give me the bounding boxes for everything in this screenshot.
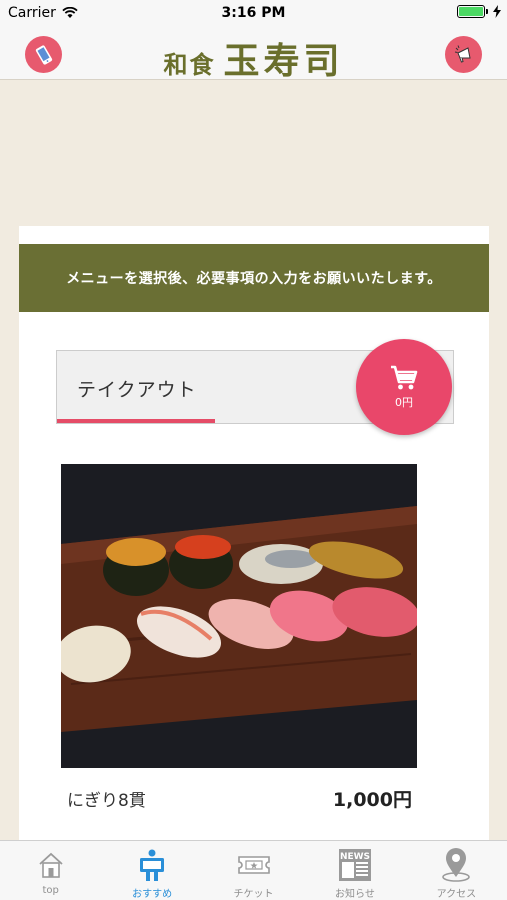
signboard-person-icon (140, 849, 165, 881)
tab-ticket[interactable]: チケット (203, 841, 304, 900)
tab-news-label: お知らせ (335, 889, 375, 900)
megaphone-icon (454, 44, 471, 63)
sushi-platter-image (61, 464, 417, 768)
tab-top[interactable]: top (0, 841, 101, 900)
cart-icon (391, 365, 418, 390)
tab-top-label: top (42, 885, 59, 896)
status-bar: Carrier 3:16 PM (0, 0, 507, 26)
logo-small: 和食 (163, 50, 216, 79)
logo-big: 玉寿司 (223, 40, 344, 82)
status-time: 3:16 PM (221, 5, 286, 21)
menu-item-name: にぎり8貫 (67, 791, 146, 811)
home-icon (39, 852, 63, 878)
battery-icon (457, 5, 488, 18)
status-right (457, 5, 501, 18)
map-pin-icon (442, 848, 471, 882)
tab-access-label: アクセス (436, 889, 477, 900)
tab-access[interactable]: アクセス (406, 841, 507, 900)
tab-ticket-label: チケット (233, 889, 274, 900)
app-header: 和食 玉寿司 (0, 26, 507, 82)
tab-news[interactable]: NEWS お知らせ (304, 841, 405, 900)
tab-takeout-label: テイクアウト (77, 379, 197, 401)
bottom-tab-bar: top おすすめ チケット NEWS お知らせ アクセス (0, 840, 507, 900)
charging-bolt-icon (493, 5, 501, 18)
order-card: メニューを選択後、必要事項の入力をお願いいたします。 テイクアウト 0円 にぎり… (19, 226, 489, 840)
news-badge: NEWS (340, 852, 370, 862)
tab-recommend[interactable]: おすすめ (101, 841, 202, 900)
cart-button[interactable]: 0円 (356, 339, 452, 435)
menu-item-price: 1,000円 (332, 789, 412, 811)
instruction-banner: メニューを選択後、必要事項の入力をお願いいたします。 (19, 244, 489, 312)
app-logo: 和食 玉寿司 (0, 32, 507, 84)
tab-active-indicator (57, 419, 215, 423)
ticket-icon (237, 856, 270, 874)
tab-recommend-label: おすすめ (132, 889, 173, 900)
menu-item-photo[interactable] (61, 464, 417, 768)
announcement-button[interactable] (445, 36, 482, 73)
cart-total: 0円 (395, 396, 413, 409)
news-icon: NEWS (338, 849, 371, 881)
